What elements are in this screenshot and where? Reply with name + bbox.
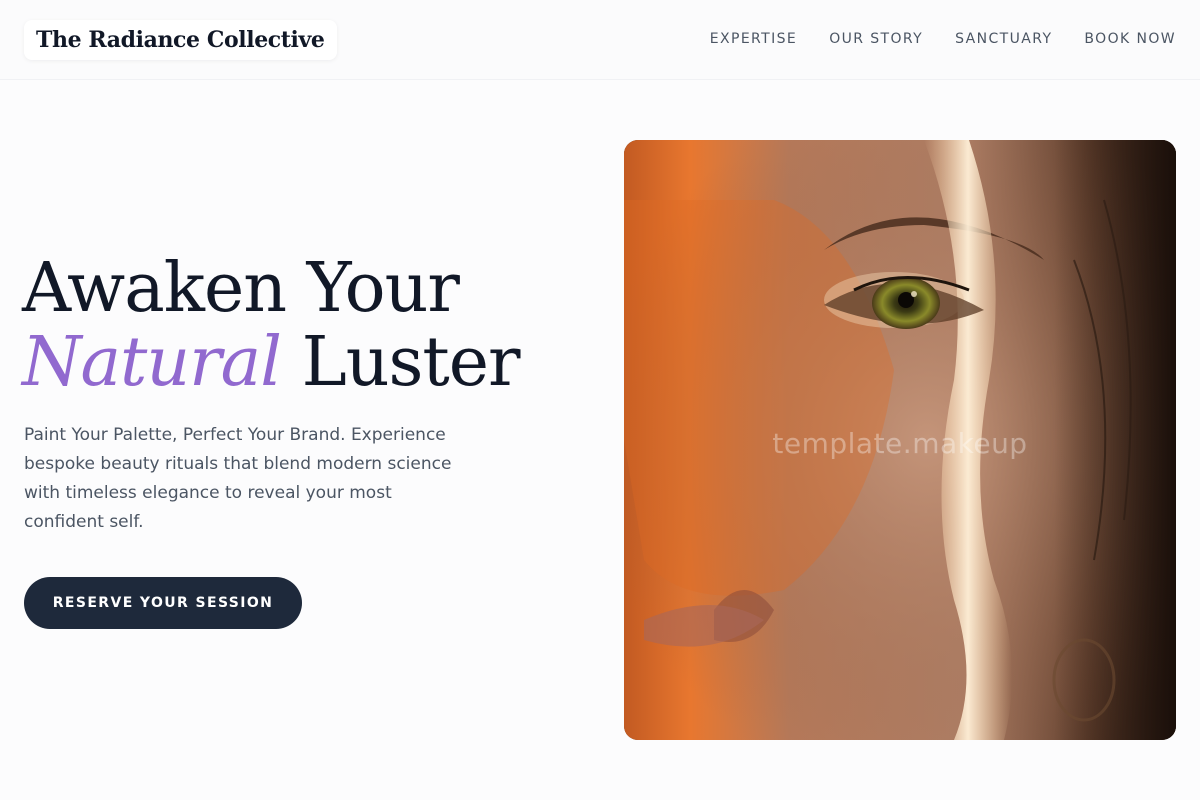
hero-title-accent: Natural [22, 323, 282, 402]
hero-title: Awaken Your Natural Luster [22, 249, 521, 402]
reserve-session-button[interactable]: RESERVE YOUR SESSION [24, 577, 302, 629]
brand-logo[interactable]: The Radiance Collective [24, 20, 337, 60]
nav-link-our-story[interactable]: OUR STORY [829, 31, 923, 47]
hero-title-line1: Awaken Your [22, 249, 460, 328]
hero-description: Paint Your Palette, Perfect Your Brand. … [24, 425, 452, 532]
hero-title-line2: Luster [280, 323, 521, 402]
nav-link-expertise[interactable]: EXPERTISE [710, 31, 797, 47]
hero-image: template.makeup [624, 140, 1176, 740]
nav-link-sanctuary[interactable]: SANCTUARY [955, 31, 1052, 47]
site-header: The Radiance Collective EXPERTISE OUR ST… [0, 0, 1200, 80]
face-photo-illustration [624, 140, 1176, 740]
main-nav: EXPERTISE OUR STORY SANCTUARY BOOK NOW [710, 31, 1176, 47]
nav-link-book-now[interactable]: BOOK NOW [1084, 31, 1176, 47]
